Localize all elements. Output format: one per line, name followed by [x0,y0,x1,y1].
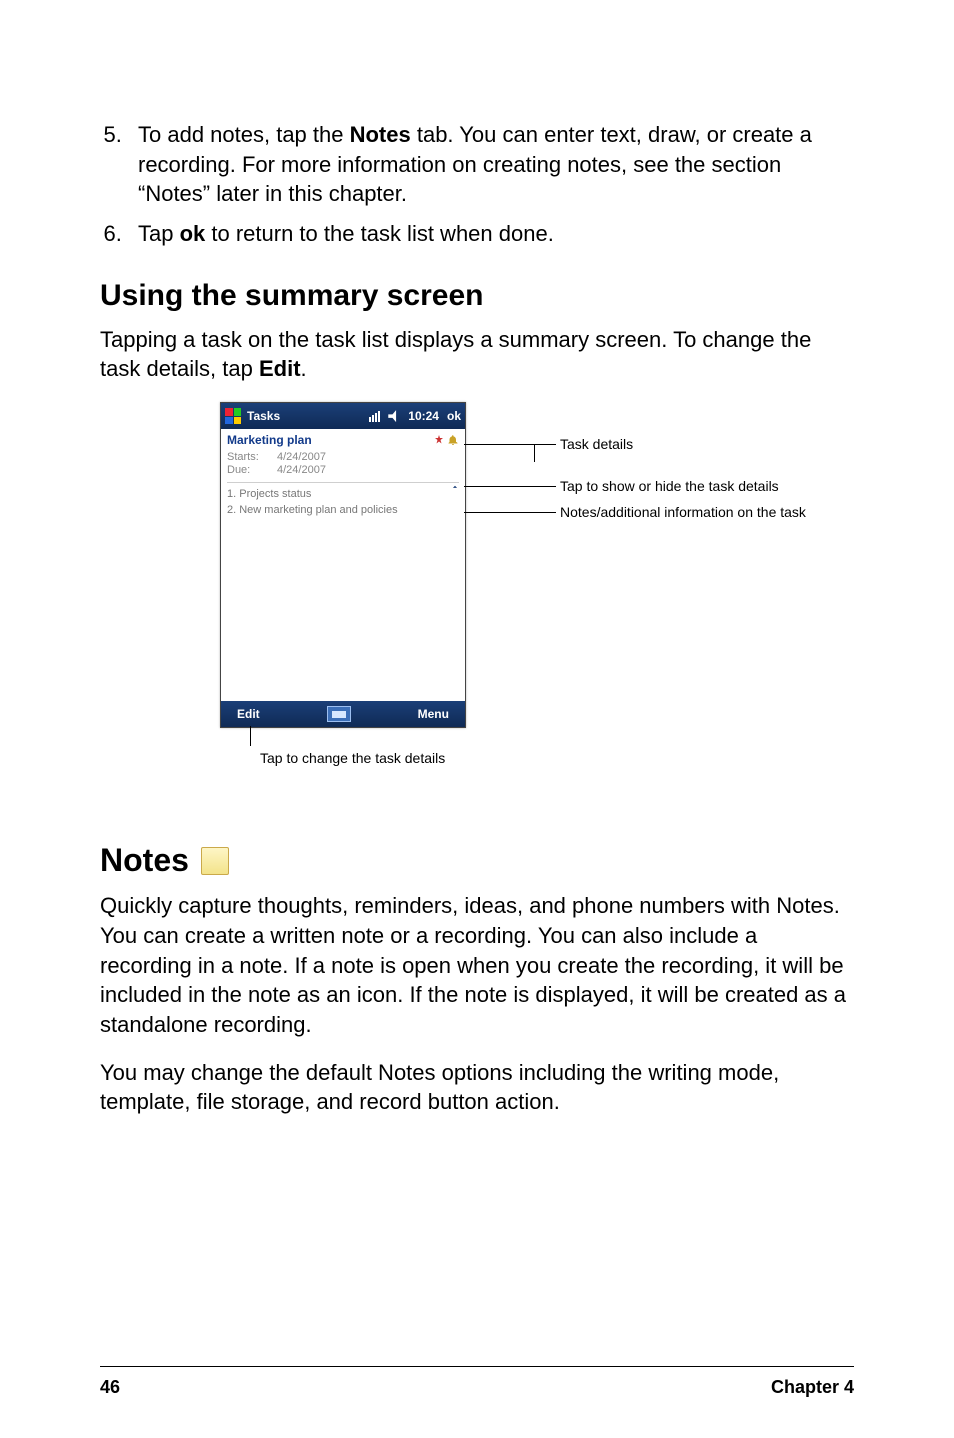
annotation-caption: Tap to change the task details [260,750,445,766]
annotation-toggle-details: Tap to show or hide the task details [560,478,779,494]
divider [227,482,459,483]
paragraph: You may change the default Notes options… [100,1058,854,1117]
starts-value: 4/24/2007 [277,451,459,463]
annotation-task-details: Task details [560,436,633,452]
paragraph: Quickly capture thoughts, reminders, ide… [100,891,854,1039]
task-title-row: Marketing plan [221,429,465,451]
speaker-icon [388,410,400,422]
device-bottombar: Edit Menu [221,701,465,727]
annotation-notes-info: Notes/additional information on the task [560,504,806,520]
bell-icon [447,434,459,446]
notes-line: 1. Projects status [227,487,459,502]
heading-notes-text: Notes [100,842,189,879]
due-label: Due: [227,464,277,476]
page-footer: 46 Chapter 4 [100,1366,854,1398]
list-item-6: Tap ok to return to the task list when d… [128,219,854,249]
text: to return to the task list when done. [205,221,554,246]
annotation-connector [464,444,534,445]
annotation-connector [534,444,556,445]
device-frame: Tasks 10:24 ok Marketing plan Starts: 4 [220,402,466,728]
edit-softkey[interactable]: Edit [237,707,260,721]
priority-icon [433,434,445,446]
text: . [301,356,307,381]
page-number: 46 [100,1377,120,1398]
heading-using-summary: Using the summary screen [100,279,854,313]
list-item-5: To add notes, tap the Notes tab. You can… [128,120,854,209]
task-title: Marketing plan [227,433,312,447]
text: Tap [138,221,180,246]
start-icon[interactable] [225,408,241,424]
task-meta: Starts: 4/24/2007 Due: 4/24/2007 [221,451,465,480]
device-titlebar: Tasks 10:24 ok [221,403,465,429]
clock: 10:24 [408,409,439,423]
signal-icon [369,411,380,422]
annotation-connector [250,726,251,746]
text: To add notes, tap the [138,122,350,147]
numbered-list: To add notes, tap the Notes tab. You can… [100,120,854,249]
notes-app-icon [201,847,229,875]
due-value: 4/24/2007 [277,464,459,476]
annotation-connector [464,486,556,487]
task-notes-content: 1. Projects status 2. New marketing plan… [221,485,465,520]
heading-notes: Notes [100,842,854,879]
text: Tapping a task on the task list displays… [100,327,811,382]
ok-button[interactable]: ok [447,409,461,423]
notes-tab-label: Notes [350,122,411,147]
chapter-label: Chapter 4 [771,1377,854,1398]
ok-label: ok [180,221,206,246]
device-screenshot-figure: Tasks 10:24 ok Marketing plan Starts: 4 [220,402,854,782]
notes-line: 2. New marketing plan and policies [227,503,459,518]
menu-softkey[interactable]: Menu [418,707,449,721]
annotation-connector [534,444,535,462]
annotation-connector [464,512,556,513]
keyboard-icon[interactable] [327,706,351,722]
toggle-details-button[interactable] [449,481,461,493]
edit-label: Edit [259,356,301,381]
paragraph: Tapping a task on the task list displays… [100,325,854,384]
priority-reminder-icons [433,434,459,446]
starts-label: Starts: [227,451,277,463]
app-name: Tasks [247,409,280,423]
